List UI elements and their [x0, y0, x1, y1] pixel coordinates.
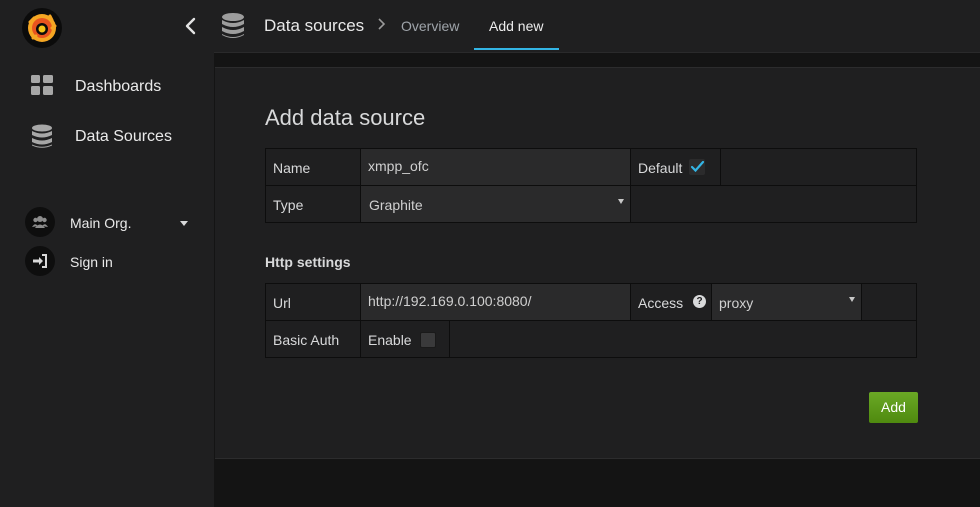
type-label-cell: Type	[265, 185, 361, 223]
org-switcher[interactable]: Main Org.	[0, 207, 214, 239]
sidebar-item-data-sources[interactable]: Data Sources	[0, 116, 214, 156]
url-input-value: http://192.169.0.100:8080/	[368, 293, 532, 309]
url-label: Url	[273, 295, 291, 311]
access-label-cell: Access ?	[630, 283, 712, 321]
grafana-logo-icon[interactable]	[22, 8, 62, 48]
tab-overview[interactable]: Overview	[401, 18, 459, 34]
name-input[interactable]: xmpp_ofc	[360, 148, 631, 186]
name-label: Name	[273, 160, 311, 176]
page-title: Add data source	[265, 105, 426, 130]
url-label-cell: Url	[265, 283, 361, 321]
enable-cell: Enable	[360, 320, 450, 358]
users-icon	[25, 207, 55, 237]
http-settings-heading: Http settings	[265, 254, 351, 270]
type-select[interactable]: Graphite	[360, 185, 631, 223]
database-icon	[30, 124, 54, 155]
sign-in-icon	[25, 246, 55, 276]
org-name: Main Org.	[70, 215, 132, 231]
sign-in-label: Sign in	[70, 254, 113, 270]
select-caret-icon	[849, 297, 855, 302]
basic-auth-label-cell: Basic Auth	[265, 320, 361, 358]
type-select-value: Graphite	[369, 197, 423, 213]
breadcrumb-chevron-icon	[376, 17, 386, 36]
access-label: Access	[638, 295, 684, 311]
name-label-cell: Name	[265, 148, 361, 186]
database-icon	[220, 12, 246, 45]
main-panel: Add data source Name xmpp_ofc Default Ty…	[215, 67, 980, 459]
empty-cell	[861, 283, 917, 321]
empty-cell	[449, 320, 917, 358]
tab-add-new[interactable]: Add new	[474, 0, 559, 50]
basic-auth-checkbox[interactable]	[420, 332, 436, 348]
sidebar: Dashboards Data Sources Main Org. Sign i…	[0, 52, 214, 507]
url-input[interactable]: http://192.169.0.100:8080/	[360, 283, 631, 321]
default-label-cell: Default	[630, 148, 721, 186]
basic-auth-label: Basic Auth	[273, 332, 340, 348]
sign-in-link[interactable]: Sign in	[0, 246, 214, 278]
sidebar-item-label: Data Sources	[75, 128, 172, 145]
access-select[interactable]: proxy	[711, 283, 862, 321]
empty-cell	[630, 185, 917, 223]
grid-icon	[30, 74, 54, 101]
enable-label: Enable	[368, 332, 412, 348]
top-navbar: Data sources Overview Add new	[0, 0, 980, 53]
sidebar-item-label: Dashboards	[75, 78, 162, 95]
select-caret-icon	[618, 199, 624, 204]
tab-add-new-label: Add new	[489, 18, 544, 34]
default-checkbox[interactable]	[689, 159, 705, 175]
empty-cell	[720, 148, 917, 186]
sidebar-item-dashboards[interactable]: Dashboards	[0, 66, 214, 106]
caret-down-icon	[180, 221, 188, 226]
help-icon[interactable]: ?	[693, 295, 706, 308]
breadcrumb-title[interactable]: Data sources	[264, 16, 364, 36]
back-chevron-icon[interactable]	[180, 14, 202, 38]
name-input-value: xmpp_ofc	[368, 158, 429, 174]
add-button[interactable]: Add	[869, 392, 918, 423]
type-label: Type	[273, 197, 304, 213]
default-label: Default	[638, 160, 683, 176]
access-select-value: proxy	[719, 295, 754, 311]
